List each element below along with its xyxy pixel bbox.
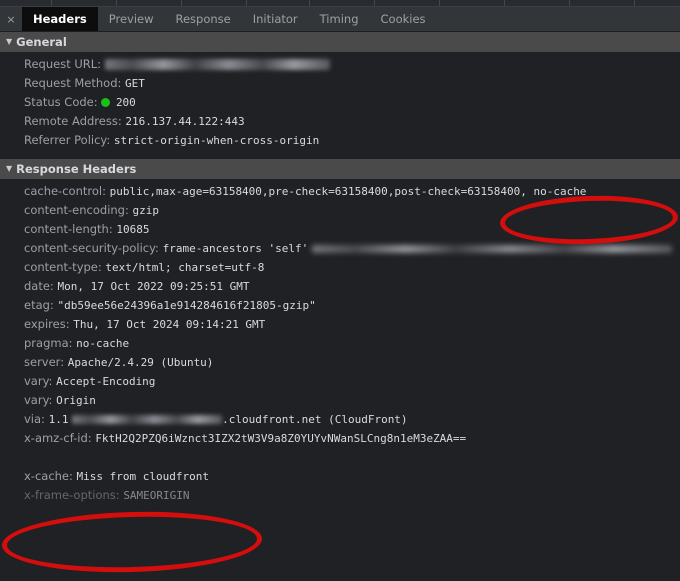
header-row-pragma: pragma: no-cache [0, 334, 680, 353]
header-value: 216.137.44.122:443 [125, 115, 245, 128]
header-value: Miss from cloudfront [76, 470, 209, 483]
tab-preview[interactable]: Preview [98, 7, 165, 31]
grid-column-divider [440, 0, 505, 6]
header-key: cache-control: [24, 184, 106, 198]
header-key: etag: [24, 298, 54, 312]
header-value: Accept-Encoding [56, 375, 156, 388]
header-row-x-frame-options: x-frame-options: SAMEORIGIN [0, 486, 680, 505]
header-row-cache-control: cache-control: public,max-age=63158400,p… [0, 182, 680, 201]
grid-column-divider [0, 0, 52, 6]
headers-content-pane: ▼ General Request URL: Request Method: G… [0, 32, 680, 581]
grid-column-divider [375, 0, 440, 6]
tab-timing[interactable]: Timing [309, 7, 370, 31]
header-key: via: [24, 412, 45, 426]
header-value: strict-origin-when-cross-origin [113, 134, 320, 147]
header-value: SAMEORIGIN [123, 489, 190, 502]
header-key: server: [24, 355, 65, 369]
tab-initiator[interactable]: Initiator [242, 7, 309, 31]
general-rows: Request URL: Request Method: GET Status … [0, 52, 680, 150]
header-value: 200 [115, 96, 136, 109]
response-header-rows: cache-control: public,max-age=63158400,p… [0, 179, 680, 505]
header-value: text/html; charset=utf-8 [105, 261, 265, 274]
header-row-server: server: Apache/2.4.29 (Ubuntu) [0, 353, 680, 372]
header-row-request-url: Request URL: [0, 55, 680, 74]
header-row-date: date: Mon, 17 Oct 2022 09:25:51 GMT [0, 277, 680, 296]
redacted-request-url [104, 59, 330, 70]
header-row-request-method: Request Method: GET [0, 74, 680, 93]
grid-column-divider [117, 0, 182, 6]
grid-column-divider [570, 0, 635, 6]
header-key: content-length: [24, 222, 113, 236]
header-key: date: [24, 279, 54, 293]
chevron-down-icon: ▼ [6, 164, 13, 173]
tab-cookies[interactable]: Cookies [370, 7, 437, 31]
header-key: Remote Address: [24, 114, 122, 128]
header-row-content-type: content-type: text/html; charset=utf-8 [0, 258, 680, 277]
header-row-content-encoding: content-encoding: gzip [0, 201, 680, 220]
header-value: Origin [56, 394, 96, 407]
header-key: content-encoding: [24, 203, 129, 217]
header-key: content-type: [24, 260, 102, 274]
grid-column-divider [182, 0, 247, 6]
section-header-response-headers[interactable]: ▼ Response Headers [0, 159, 680, 179]
chevron-down-icon: ▼ [6, 37, 13, 46]
request-table-column-strip [0, 0, 680, 7]
redacted-via-host [72, 415, 223, 424]
header-row-status-code: Status Code: 200 [0, 93, 680, 112]
header-key: x-amz-cf-id: [24, 431, 92, 445]
header-key: Request Method: [24, 76, 122, 90]
header-value: "db59ee56e24396a1e914284616f21805-gzip" [57, 299, 316, 312]
close-detail-icon[interactable]: × [0, 7, 22, 31]
header-value-tail: .cloudfront.net (CloudFront) [222, 413, 408, 426]
header-key [24, 450, 28, 464]
header-key: Referrer Policy: [24, 133, 111, 147]
section-header-general[interactable]: ▼ General [0, 32, 680, 52]
header-key: x-frame-options: [24, 488, 120, 502]
grid-column-divider [247, 0, 310, 6]
header-key: vary: [24, 374, 53, 388]
header-row-remote-address: Remote Address: 216.137.44.122:443 [0, 112, 680, 131]
devtools-network-headers-panel: × Headers Preview Response Initiator Tim… [0, 0, 680, 581]
section-title-general: General [16, 35, 67, 49]
header-row-vary-origin: vary: Origin [0, 391, 680, 410]
header-row-x-amz-cf-id: x-amz-cf-id: FktH2Q2PZQ6iWznct3IZX2tW3V9… [0, 429, 680, 448]
header-row-obscured-upper [0, 448, 680, 467]
header-value: 1.1 [48, 413, 69, 426]
grid-column-divider [52, 0, 117, 6]
header-key: content-security-policy: [24, 241, 159, 255]
header-row-via: via: 1.1 .cloudfront.net (CloudFront) [0, 410, 680, 429]
header-value: Thu, 17 Oct 2024 09:14:21 GMT [73, 318, 266, 331]
header-row-referrer-policy: Referrer Policy: strict-origin-when-cros… [0, 131, 680, 150]
grid-column-divider [310, 0, 375, 6]
header-key: pragma: [24, 336, 73, 350]
header-value: frame-ancestors 'self' [162, 242, 309, 255]
header-key: expires: [24, 317, 70, 331]
redacted-csp-tail [311, 244, 672, 253]
header-row-x-cache: x-cache: Miss from cloudfront [0, 467, 680, 486]
header-row-vary-accept-encoding: vary: Accept-Encoding [0, 372, 680, 391]
grid-column-divider [505, 0, 570, 6]
header-row-content-length: content-length: 10685 [0, 220, 680, 239]
header-value: public,max-age=63158400,pre-check=631584… [109, 185, 587, 198]
header-value: no-cache [76, 337, 130, 350]
header-value: gzip [132, 204, 160, 217]
tab-headers[interactable]: Headers [22, 7, 98, 31]
header-value: FktH2Q2PZQ6iWznct3IZX2tW3V9a8Z0YUYvNWanS… [95, 432, 467, 445]
header-value: GET [125, 77, 145, 90]
header-key: x-cache: [24, 469, 73, 483]
status-ok-icon [101, 98, 111, 107]
detail-tabbar: × Headers Preview Response Initiator Tim… [0, 7, 680, 32]
header-key: Status Code: [24, 95, 98, 109]
header-row-etag: etag: "db59ee56e24396a1e914284616f21805-… [0, 296, 680, 315]
header-value: 10685 [116, 223, 150, 236]
header-key: Request URL: [24, 57, 102, 71]
tab-response[interactable]: Response [165, 7, 242, 31]
section-title-response-headers: Response Headers [16, 162, 137, 176]
header-row-expires: expires: Thu, 17 Oct 2024 09:14:21 GMT [0, 315, 680, 334]
header-key: vary: [24, 393, 53, 407]
header-value: Mon, 17 Oct 2022 09:25:51 GMT [57, 280, 250, 293]
header-row-content-security-policy: content-security-policy: frame-ancestors… [0, 239, 680, 258]
header-value: Apache/2.4.29 (Ubuntu) [67, 356, 214, 369]
